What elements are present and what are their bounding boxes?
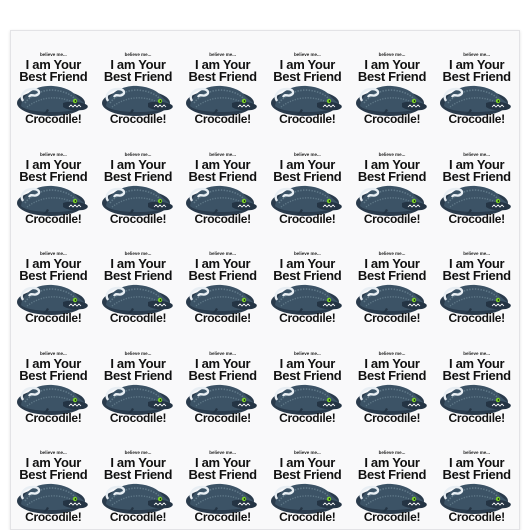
sticker: believe me... I am Your Best Friend Croc… [11, 31, 96, 131]
sticker-bottom-text: Crocodile! [363, 510, 421, 525]
sticker: believe me... I am Your Best Friend Croc… [96, 31, 181, 131]
sticker-tile: believe me... I am Your Best Friend Croc… [350, 131, 435, 231]
sticker-bottom-text: Crocodile! [109, 410, 167, 425]
sticker-bottom-text: Crocodile! [25, 410, 82, 425]
sticker-bottom-text: Crocodile! [448, 311, 505, 326]
sticker: believe me... I am Your Best Friend Croc… [96, 429, 181, 529]
sticker-small-text: believe me... [209, 151, 237, 157]
sticker-bottom-text: Crocodile! [279, 211, 336, 226]
sticker: believe me... I am Your Best Friend Croc… [265, 429, 350, 529]
sticker-tile: believe me... I am Your Best Friend Croc… [265, 330, 350, 430]
sticker: believe me... I am Your Best Friend Croc… [265, 230, 350, 330]
sticker-tile: believe me... I am Your Best Friend Croc… [180, 31, 265, 131]
sticker: believe me... I am Your Best Friend Croc… [350, 31, 435, 131]
sticker-bottom-text: Crocodile! [279, 311, 336, 326]
sticker-tile: believe me... I am Your Best Friend Croc… [350, 330, 435, 430]
sticker: believe me... I am Your Best Friend Croc… [180, 131, 265, 231]
sticker-small-text: believe me... [124, 151, 152, 157]
sticker: believe me... I am Your Best Friend Croc… [96, 330, 181, 430]
sticker-tile: believe me... I am Your Best Friend Croc… [11, 131, 96, 231]
sticker: believe me... I am Your Best Friend Croc… [350, 230, 435, 330]
sticker-tile: believe me... I am Your Best Friend Croc… [350, 31, 435, 131]
sticker-bottom-text: Crocodile! [194, 311, 251, 326]
sticker-bottom-text: Crocodile! [279, 410, 336, 425]
sticker-tile: believe me... I am Your Best Friend Croc… [434, 31, 519, 131]
sticker-tile: believe me... I am Your Best Friend Croc… [180, 131, 265, 231]
sticker: believe me... I am Your Best Friend Croc… [96, 230, 181, 330]
sticker-tile: believe me... I am Your Best Friend Croc… [11, 330, 96, 430]
sticker: believe me... I am Your Best Friend Croc… [180, 31, 265, 131]
sticker-bottom-text: Crocodile! [448, 410, 505, 425]
sticker-tile: believe me... I am Your Best Friend Croc… [180, 230, 265, 330]
sticker-small-text: believe me... [39, 151, 67, 157]
sticker: believe me... I am Your Best Friend Croc… [350, 429, 435, 529]
sticker-bottom-text: Crocodile! [279, 112, 336, 126]
sticker-bottom-text: Crocodile! [109, 211, 167, 226]
sticker-tile: believe me... I am Your Best Friend Croc… [434, 131, 519, 231]
sticker-tile: believe me... I am Your Best Friend Croc… [434, 330, 519, 430]
sticker: believe me... I am Your Best Friend Croc… [11, 429, 96, 529]
sticker: believe me... I am Your Best Friend Croc… [434, 230, 519, 330]
sticker-bottom-text: Crocodile! [363, 410, 421, 425]
sticker: believe me... I am Your Best Friend Croc… [11, 330, 96, 430]
sticker-tile: believe me... I am Your Best Friend Croc… [96, 429, 181, 529]
sticker-tile: believe me... I am Your Best Friend Croc… [180, 429, 265, 529]
sticker-tile: believe me... I am Your Best Friend Croc… [96, 230, 181, 330]
sticker-bottom-text: Crocodile! [448, 211, 505, 226]
sticker-bottom-text: Crocodile! [194, 112, 251, 126]
sticker: believe me... I am Your Best Friend Croc… [11, 230, 96, 330]
sticker-tile: believe me... I am Your Best Friend Croc… [11, 31, 96, 131]
sticker-bottom-text: Crocodile! [448, 510, 505, 525]
sticker-small-text: believe me... [463, 151, 491, 157]
sticker: believe me... I am Your Best Friend Croc… [434, 330, 519, 430]
sticker-bottom-text: Crocodile! [109, 311, 167, 326]
sticker-bottom-text: Crocodile! [25, 211, 82, 226]
sticker-sheet: believe me... I am Your Best Friend Croc… [10, 30, 520, 530]
sticker-tile: believe me... I am Your Best Friend Croc… [434, 429, 519, 529]
sticker-bottom-text: Crocodile! [363, 211, 421, 226]
sticker: believe me... I am Your Best Friend Croc… [180, 429, 265, 529]
sticker: believe me... I am Your Best Friend Croc… [180, 330, 265, 430]
sticker-bottom-text: Crocodile! [194, 510, 251, 525]
sticker: believe me... I am Your Best Friend Croc… [434, 429, 519, 529]
sticker-tile: believe me... I am Your Best Friend Croc… [11, 429, 96, 529]
sticker-tile: believe me... I am Your Best Friend Croc… [350, 429, 435, 529]
sticker-tile: believe me... I am Your Best Friend Croc… [350, 230, 435, 330]
sticker-bottom-text: Crocodile! [194, 211, 251, 226]
sticker: believe me... I am Your Best Friend Croc… [350, 131, 435, 231]
sticker: believe me... I am Your Best Friend Croc… [265, 131, 350, 231]
sticker: believe me... I am Your Best Friend Croc… [96, 131, 181, 231]
sticker-tile: believe me... I am Your Best Friend Croc… [96, 131, 181, 231]
sticker-bottom-text: Crocodile! [25, 311, 82, 326]
sticker-bottom-text: Crocodile! [363, 311, 421, 326]
sticker-small-text: believe me... [293, 151, 321, 157]
sticker-tile: believe me... I am Your Best Friend Croc… [180, 330, 265, 430]
sticker-bottom-text: Crocodile! [25, 510, 82, 525]
sticker-small-text: believe me... [378, 151, 406, 157]
sticker-bottom-text: Crocodile! [279, 510, 336, 525]
sticker-bottom-text: Crocodile! [194, 410, 251, 425]
sticker-bottom-text: Crocodile! [25, 112, 82, 126]
sticker: believe me... I am Your Best Friend Croc… [265, 330, 350, 430]
sticker-tile: believe me... I am Your Best Friend Croc… [265, 429, 350, 529]
sticker-tile: believe me... I am Your Best Friend Croc… [265, 131, 350, 231]
sticker: believe me... I am Your Best Friend Croc… [180, 230, 265, 330]
sticker-bottom-text: Crocodile! [448, 112, 505, 126]
sticker: believe me... I am Your Best Friend Croc… [434, 31, 519, 131]
sticker-bottom-text: Crocodile! [363, 112, 421, 126]
sticker-bottom-text: Crocodile! [109, 510, 167, 525]
sticker-tile: believe me... I am Your Best Friend Croc… [434, 230, 519, 330]
sticker-tile: believe me... I am Your Best Friend Croc… [11, 230, 96, 330]
sticker-tile: believe me... I am Your Best Friend Croc… [265, 230, 350, 330]
sticker: believe me... I am Your Best Friend Croc… [265, 31, 350, 131]
sticker: believe me... I am Your Best Friend Croc… [350, 330, 435, 430]
sticker-bottom-text: Crocodile! [109, 112, 167, 126]
sticker: believe me... I am Your Best Friend Croc… [11, 131, 96, 231]
sticker-tile: believe me... I am Your Best Friend Croc… [265, 31, 350, 131]
sticker-tile: believe me... I am Your Best Friend Croc… [96, 330, 181, 430]
sticker-tile: believe me... I am Your Best Friend Croc… [96, 31, 181, 131]
sticker: believe me... I am Your Best Friend Croc… [434, 131, 519, 231]
